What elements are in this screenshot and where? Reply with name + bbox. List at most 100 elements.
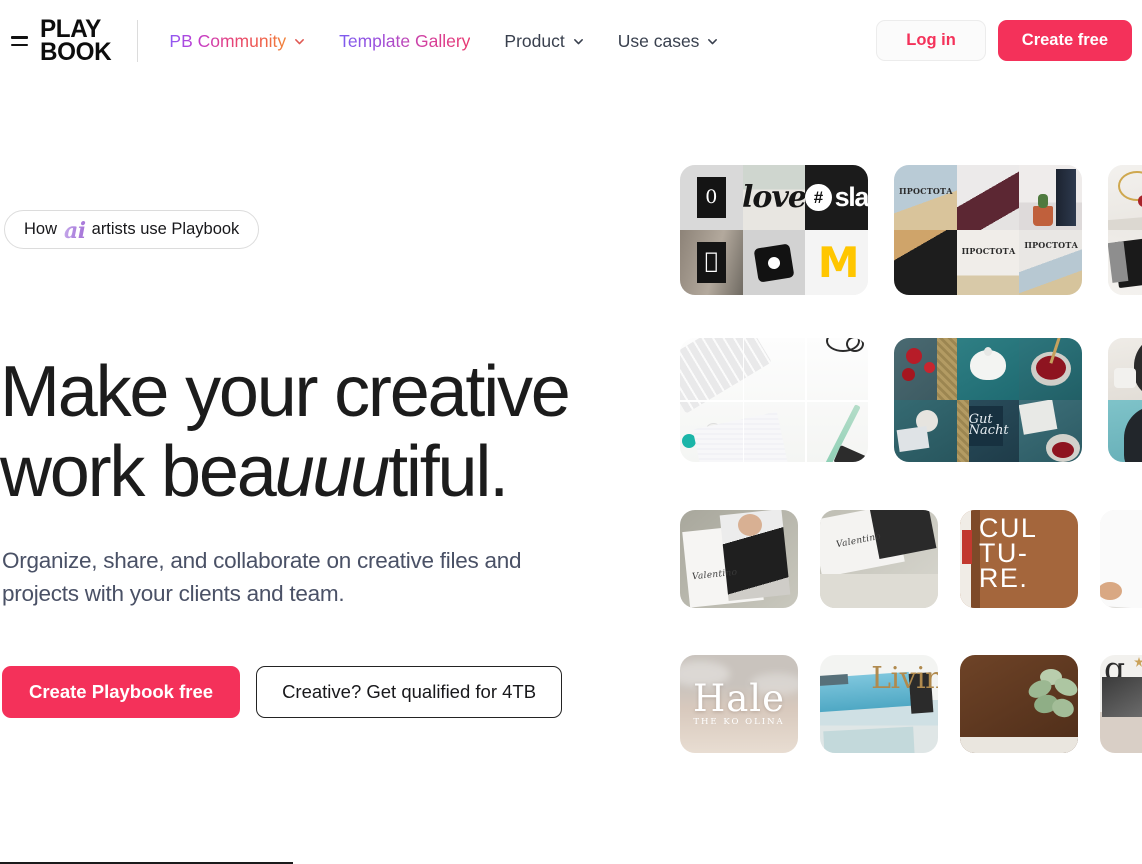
person-torso: [1134, 338, 1142, 398]
collage-tile: [1019, 400, 1082, 462]
succulent: [1025, 669, 1078, 723]
gallery-card-magazine-g-spread[interactable]: g: [1100, 655, 1142, 753]
book-title-text: ПРОСТОТА: [1024, 240, 1079, 251]
header-actions: Log in Create free: [876, 20, 1132, 61]
tile-zero-logo: 0: [696, 177, 726, 218]
collage-grid: [1108, 165, 1142, 295]
magazine-title: Livin: [871, 661, 938, 696]
gallery-card-hale-ko-olina-cover[interactable]: Hale THE KO OLINA: [680, 655, 798, 753]
nav-item-pb-community[interactable]: PB Community: [169, 25, 305, 58]
page-title: Make your creative work beauuutiful.: [0, 352, 640, 512]
image-gallery: 0 love # sla  M: [660, 0, 1142, 791]
inner-photo: [962, 530, 972, 564]
logo-line-2: BOOK: [40, 38, 112, 66]
napkin: [1019, 400, 1058, 435]
gallery-row: Hale THE KO OLINA Livin g: [680, 655, 1142, 753]
collage-tile: ПРОСТОТА: [956, 230, 1020, 295]
collage-tile: [1108, 165, 1142, 230]
hero-cta-row: Create Playbook free Creative? Get quali…: [2, 666, 563, 718]
gallery-card-culture-book-cover[interactable]: — CUL TU- RE.: [960, 510, 1078, 608]
gallery-card-book-covers-collage[interactable]: ПРОСТОТА ПРОСТОТА ПРОСТОТА: [894, 165, 1082, 295]
hamburger-icon[interactable]: [8, 30, 30, 52]
person-hood: [1124, 406, 1142, 462]
book-title-culture: CUL TU- RE.: [978, 512, 1038, 593]
cover-subtitle: THE KO OLINA: [693, 716, 785, 727]
texture: [956, 400, 969, 462]
collage-tile: [1019, 165, 1082, 230]
ai-artists-badge[interactable]: How ai artists use Playbook: [4, 210, 260, 249]
nav-item-template-gallery[interactable]: Template Gallery: [339, 25, 470, 58]
collage-tile: love: [742, 165, 806, 230]
nav-label: Template Gallery: [339, 30, 471, 51]
primary-nav: PB Community Template Gallery Product Us…: [169, 25, 752, 58]
chevron-down-icon: [573, 36, 584, 47]
cactus-pot: [1033, 206, 1054, 226]
gallery-row: Gut Nacht: [680, 338, 1142, 462]
lower-page: [823, 726, 915, 753]
table-surface: [960, 737, 1078, 753]
gallery-card-brand-logo-collage[interactable]: 0 love # sla  M: [680, 165, 868, 295]
mcdonalds-icon: M: [817, 237, 860, 287]
grid-line: [805, 338, 807, 462]
nav-label: Use cases: [617, 30, 700, 51]
collage-grid: [1108, 338, 1142, 462]
headline-part-2: tiful.: [388, 432, 509, 512]
star-icon: [1134, 657, 1142, 667]
chevron-down-icon: [707, 36, 718, 47]
nav-item-use-cases[interactable]: Use cases: [618, 25, 719, 58]
collage-grid: Gut Nacht: [894, 338, 1082, 462]
hamburger-line: [10, 43, 28, 46]
ocean-rock: [820, 673, 849, 687]
gallery-card-magazine-spread-valentino[interactable]: Valentino: [680, 510, 798, 608]
grid-line: [680, 400, 868, 402]
book-title-text: ПРОСТОТА: [899, 185, 953, 196]
collage-tile: [1019, 338, 1082, 400]
apple-icon: : [696, 242, 726, 283]
gallery-card-jewelry-notebook-collage[interactable]: [1108, 165, 1142, 295]
collage-tile: : [680, 230, 743, 295]
paper-edge: [1108, 203, 1142, 230]
chevron-down-icon: [294, 36, 305, 47]
gallery-card-hand-holding-book[interactable]: [1100, 510, 1142, 608]
gallery-card-magazine-closed-valentino[interactable]: Valentino: [820, 510, 938, 608]
collage-tile: [1108, 400, 1142, 462]
cherry: [902, 368, 915, 381]
playbook-logo[interactable]: PLAY BOOK: [40, 17, 112, 66]
coffee-cup: [1114, 368, 1136, 388]
book-title-text: ПРОСТОТА: [961, 245, 1016, 256]
login-button[interactable]: Log in: [876, 20, 986, 61]
gallery-card-portrait-collage[interactable]: [1108, 338, 1142, 462]
cactus-plant: [1038, 194, 1049, 208]
hash-icon: #: [805, 184, 832, 211]
create-free-button[interactable]: Create free: [997, 20, 1132, 61]
collage-tile: [742, 230, 806, 295]
collage-tile: [894, 400, 957, 462]
hero-subheading: Organize, share, and collaborate on crea…: [2, 548, 522, 606]
collage-tile: ПРОСТОТА: [1019, 230, 1082, 295]
headline-italic: uuu: [274, 432, 391, 512]
collage-tile: # sla: [805, 165, 868, 230]
paper: [896, 426, 930, 452]
get-qualified-button[interactable]: Creative? Get qualified for 4TB: [256, 666, 563, 718]
collage-tile: ПРОСТОТА: [894, 165, 957, 230]
collage-tile: [956, 165, 1020, 230]
model-face: [738, 514, 762, 536]
bw-photo: [1102, 677, 1142, 717]
nav-label: PB Community: [169, 30, 287, 51]
gallery-card-teal-food-collage[interactable]: Gut Nacht: [894, 338, 1082, 462]
create-playbook-free-button[interactable]: Create Playbook free: [2, 666, 241, 718]
gallery-card-living-magazine[interactable]: Livin: [820, 655, 938, 753]
cherry: [906, 348, 922, 364]
tile-love-text: love: [742, 180, 806, 215]
badge-prefix: How: [24, 220, 58, 238]
gallery-card-wood-succulent-photo[interactable]: [960, 655, 1078, 753]
table-surface: [820, 574, 938, 608]
collage-tile: [894, 338, 957, 400]
tile-slack-text: sla: [834, 182, 868, 212]
gallery-card-white-desk-flatlay[interactable]: [680, 338, 868, 462]
collage-tile: M: [805, 230, 868, 295]
gallery-row: Valentino Valentino — CUL TU- RE.: [680, 510, 1142, 608]
nav-item-product[interactable]: Product: [504, 25, 583, 58]
collage-tile: 0: [680, 165, 743, 230]
collage-grid: ПРОСТОТА ПРОСТОТА ПРОСТОТА: [894, 165, 1082, 295]
